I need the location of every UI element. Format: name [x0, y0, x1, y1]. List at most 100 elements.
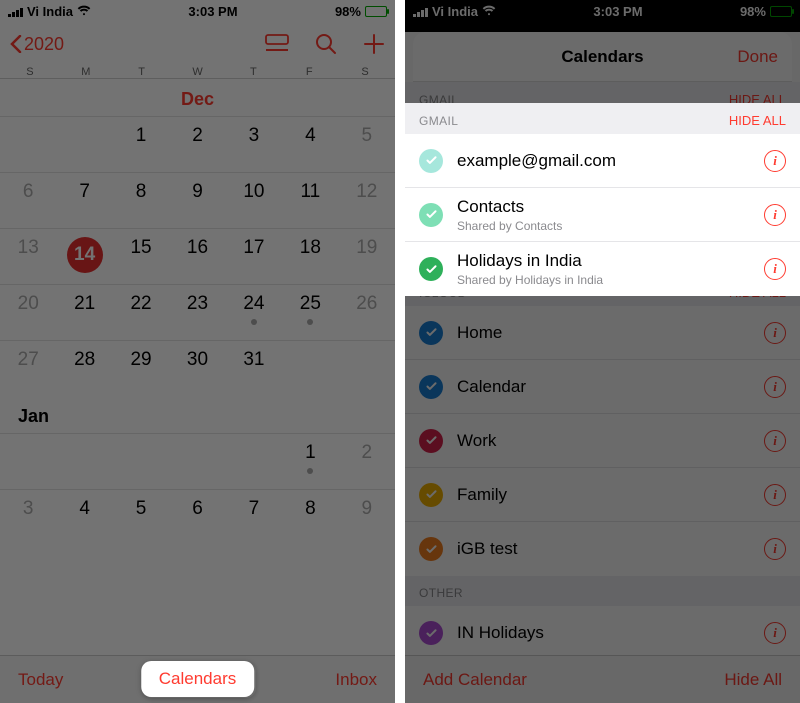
info-icon[interactable]: i — [764, 204, 786, 226]
carrier-label: Vi India — [432, 4, 478, 19]
day-cell[interactable] — [226, 433, 282, 489]
day-cell[interactable]: 23 — [169, 284, 225, 340]
day-cell[interactable] — [282, 340, 338, 396]
calendars-button-highlight[interactable]: Calendars — [141, 661, 255, 697]
day-cell[interactable]: 8 — [113, 172, 169, 228]
day-cell[interactable]: 4 — [56, 489, 112, 545]
day-cell[interactable]: 1 — [113, 116, 169, 172]
day-cell[interactable]: 9 — [339, 489, 395, 545]
calendar-title: Calendar — [457, 377, 764, 397]
day-cell[interactable]: 12 — [339, 172, 395, 228]
day-cell[interactable]: 16 — [169, 228, 225, 284]
day-cell[interactable] — [339, 340, 395, 396]
day-cell[interactable] — [56, 433, 112, 489]
calendar-row[interactable]: Holidays in IndiaShared by Holidays in I… — [405, 242, 800, 296]
day-cell[interactable]: 2 — [169, 116, 225, 172]
weekday-header: SMTWTFS — [0, 66, 395, 78]
day-cell[interactable]: 10 — [226, 172, 282, 228]
calendar-row[interactable]: Worki — [405, 414, 800, 468]
info-icon[interactable]: i — [764, 376, 786, 398]
calendar-row[interactable]: Homei — [405, 306, 800, 360]
day-cell[interactable]: 30 — [169, 340, 225, 396]
day-cell[interactable]: 6 — [169, 489, 225, 545]
month-label-dec[interactable]: Dec — [0, 79, 395, 116]
day-cell[interactable]: 29 — [113, 340, 169, 396]
back-year-button[interactable]: 2020 — [10, 34, 64, 55]
day-cell[interactable]: 18 — [282, 228, 338, 284]
calendars-button-label: Calendars — [159, 669, 237, 688]
day-cell[interactable]: 4 — [282, 116, 338, 172]
battery-icon — [365, 6, 387, 17]
today-button[interactable]: Today — [18, 670, 63, 690]
calendar-row[interactable]: example@gmail.comi — [405, 134, 800, 188]
sheet-title: Calendars — [561, 47, 643, 67]
day-cell[interactable]: 7 — [56, 172, 112, 228]
day-cell[interactable]: 11 — [282, 172, 338, 228]
section-other-label: OTHER — [419, 586, 463, 600]
day-cell[interactable]: 8 — [282, 489, 338, 545]
calendar-row[interactable]: Familyi — [405, 468, 800, 522]
calendar-row[interactable]: IN Holidaysi — [405, 606, 800, 660]
day-cell[interactable]: 24 — [226, 284, 282, 340]
day-cell[interactable]: 26 — [339, 284, 395, 340]
right-phone: Vi India 3:03 PM 98% Calendars Done GMAI… — [405, 0, 800, 703]
day-cell[interactable]: 3 — [226, 116, 282, 172]
calendar-row[interactable]: Calendari — [405, 360, 800, 414]
info-icon[interactable]: i — [764, 150, 786, 172]
calendar-row[interactable]: iGB testi — [405, 522, 800, 576]
checkmark-icon — [419, 429, 443, 453]
hide-all-button[interactable]: Hide All — [724, 670, 782, 690]
info-icon[interactable]: i — [764, 430, 786, 452]
day-cell[interactable]: 3 — [0, 489, 56, 545]
month-label-jan[interactable]: Jan — [0, 396, 395, 433]
day-cell[interactable] — [56, 116, 112, 172]
bottom-bar: Add Calendar Hide All — [405, 655, 800, 703]
done-button[interactable]: Done — [737, 47, 778, 67]
info-icon[interactable]: i — [764, 484, 786, 506]
section-gmail: GMAIL HIDE ALL — [405, 103, 800, 134]
day-cell[interactable]: 5 — [339, 116, 395, 172]
day-cell[interactable] — [169, 433, 225, 489]
day-cell[interactable]: 21 — [56, 284, 112, 340]
day-cell[interactable] — [113, 433, 169, 489]
gmail-hide-all[interactable]: HIDE ALL — [729, 113, 786, 128]
day-cell[interactable]: 13 — [0, 228, 56, 284]
inbox-button[interactable]: Inbox — [335, 670, 377, 690]
day-cell[interactable]: 20 — [0, 284, 56, 340]
status-bar: Vi India 3:03 PM 98% — [0, 0, 395, 22]
info-icon[interactable]: i — [764, 258, 786, 280]
day-cell[interactable]: 9 — [169, 172, 225, 228]
day-cell[interactable]: 5 — [113, 489, 169, 545]
day-cell[interactable] — [0, 433, 56, 489]
day-cell[interactable]: 27 — [0, 340, 56, 396]
day-cell[interactable]: 6 — [0, 172, 56, 228]
dec-grid[interactable]: 1234567891011121314151617181920212223242… — [0, 116, 395, 396]
day-cell[interactable]: 1 — [282, 433, 338, 489]
info-icon[interactable]: i — [764, 538, 786, 560]
jan-grid[interactable]: 12 3456789 — [0, 433, 395, 545]
back-year-label: 2020 — [24, 34, 64, 55]
day-cell[interactable]: 15 — [113, 228, 169, 284]
calendar-title: Contacts — [457, 197, 764, 217]
checkmark-icon — [419, 257, 443, 281]
day-cell[interactable] — [0, 116, 56, 172]
day-cell[interactable]: 7 — [226, 489, 282, 545]
day-cell[interactable]: 17 — [226, 228, 282, 284]
day-cell[interactable]: 22 — [113, 284, 169, 340]
search-icon[interactable] — [315, 33, 337, 55]
calendar-row[interactable]: ContactsShared by Contactsi — [405, 188, 800, 242]
day-cell[interactable]: 2 — [339, 433, 395, 489]
info-icon[interactable]: i — [764, 322, 786, 344]
info-icon[interactable]: i — [764, 622, 786, 644]
add-event-icon[interactable] — [363, 33, 385, 55]
day-cell[interactable]: 25 — [282, 284, 338, 340]
battery-icon — [770, 6, 792, 17]
day-cell[interactable]: 31 — [226, 340, 282, 396]
left-phone: Vi India 3:03 PM 98% 2020 SMTWTFS Dec 12… — [0, 0, 395, 703]
view-mode-icon[interactable] — [265, 34, 289, 54]
day-cell[interactable]: 28 — [56, 340, 112, 396]
day-cell[interactable]: 14 — [56, 228, 112, 284]
signal-icon — [8, 6, 23, 17]
day-cell[interactable]: 19 — [339, 228, 395, 284]
add-calendar-button[interactable]: Add Calendar — [423, 670, 527, 690]
